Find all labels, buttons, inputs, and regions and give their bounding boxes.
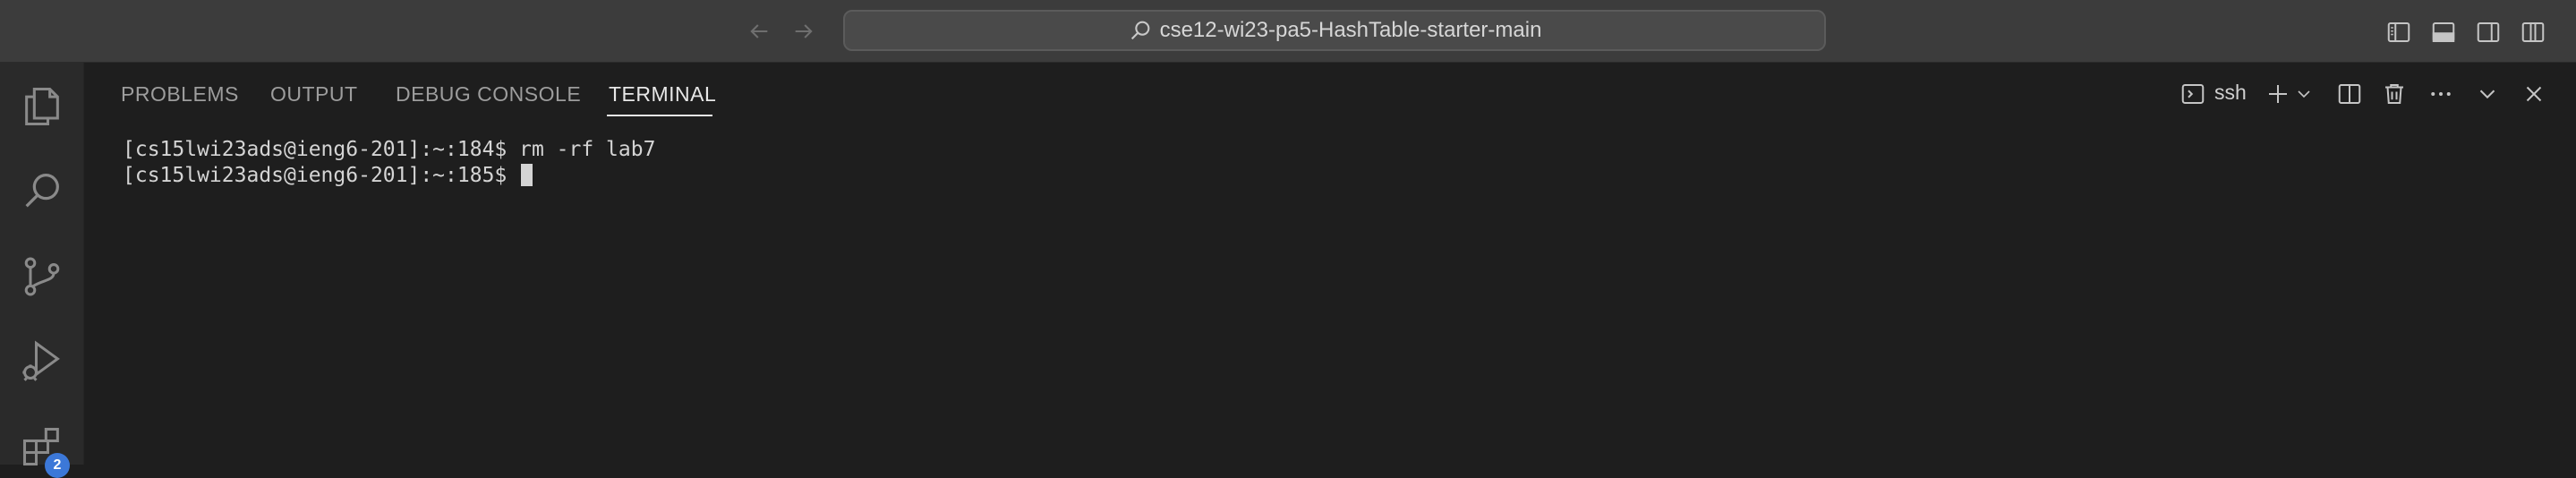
terminal-prompt: [cs15lwi23ads@ieng6-201]:~:185$	[123, 164, 520, 187]
toggle-panel-icon[interactable]	[2428, 17, 2459, 47]
source-control-icon[interactable]	[16, 251, 68, 303]
toggle-secondary-sidebar-icon[interactable]	[2473, 17, 2503, 47]
workspace-title: cse12-wi23-pa5-HashTable-starter-main	[1159, 18, 1542, 42]
terminal-profile-label[interactable]: ssh	[2214, 81, 2247, 105]
terminal-icon[interactable]	[2178, 79, 2208, 109]
tab-output[interactable]: OUTPUT	[270, 82, 358, 107]
terminal-output[interactable]: [cs15lwi23ads@ieng6-201]:~:184$ rm -rf l…	[123, 137, 655, 189]
tab-debug-console[interactable]: DEBUG CONSOLE	[396, 82, 581, 107]
tab-terminal[interactable]: TERMINAL	[609, 82, 716, 107]
customize-layout-icon[interactable]	[2518, 17, 2548, 47]
more-icon[interactable]	[2426, 79, 2456, 109]
toggle-primary-sidebar-icon[interactable]	[2384, 17, 2414, 47]
terminal-line: [cs15lwi23ads@ieng6-201]:~:184$ rm -rf l…	[123, 137, 655, 163]
active-tab-indicator	[607, 115, 712, 116]
run-debug-icon[interactable]	[16, 335, 68, 387]
back-arrow-icon[interactable]	[743, 15, 775, 47]
search-icon[interactable]	[16, 165, 68, 217]
chevron-down-icon[interactable]	[2293, 79, 2315, 109]
forward-arrow-icon[interactable]	[788, 15, 820, 47]
tab-problems[interactable]: PROBLEMS	[121, 82, 239, 107]
terminal-command: rm -rf lab7	[519, 138, 656, 161]
close-icon[interactable]	[2519, 79, 2549, 109]
collapse-icon[interactable]	[2472, 79, 2503, 109]
trash-icon[interactable]	[2379, 79, 2410, 109]
command-center-search[interactable]: cse12-wi23-pa5-HashTable-starter-main	[843, 10, 1826, 51]
activity-bar	[0, 63, 84, 466]
extensions-badge: 2	[45, 453, 70, 478]
terminal-line: [cs15lwi23ads@ieng6-201]:~:185$	[123, 163, 655, 189]
search-icon	[1128, 18, 1153, 43]
terminal-cursor	[521, 164, 533, 186]
new-terminal-icon[interactable]	[2263, 79, 2293, 109]
title-bar: cse12-wi23-pa5-HashTable-starter-main	[0, 0, 2576, 63]
explorer-icon[interactable]	[16, 81, 68, 132]
terminal-prompt: [cs15lwi23ads@ieng6-201]:~:184$	[123, 138, 520, 161]
split-terminal-icon[interactable]	[2334, 79, 2365, 109]
